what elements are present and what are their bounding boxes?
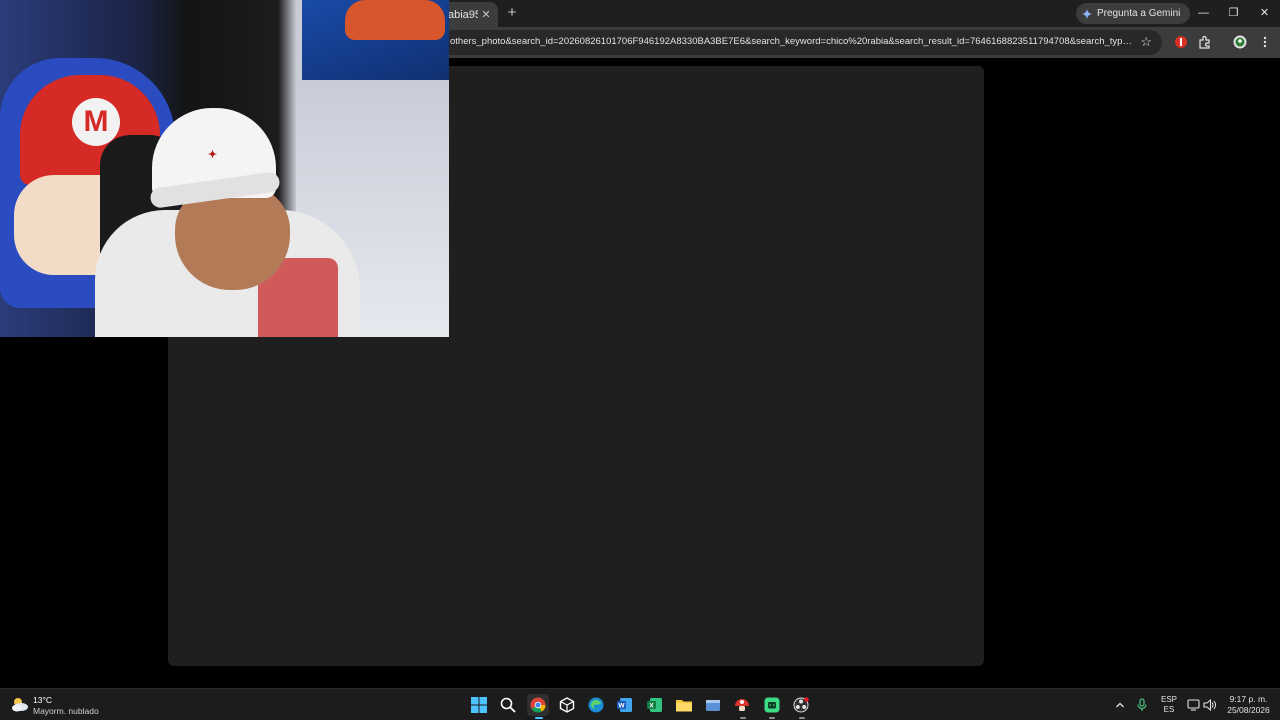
extension-red-icon[interactable]	[1174, 35, 1188, 49]
address-bar[interactable]: others_photo&search_id=20260826101706F94…	[420, 30, 1162, 55]
word-icon: W	[617, 698, 632, 712]
window-icon	[706, 700, 720, 711]
excel-icon: X	[647, 698, 662, 712]
file-explorer-button[interactable]	[673, 694, 695, 716]
clock-time: 9:17 p. m.	[1229, 694, 1268, 704]
android-app-button[interactable]	[761, 694, 783, 716]
cloudy-weather-icon[interactable]	[10, 695, 30, 713]
search-icon	[500, 697, 516, 713]
new-tab-button[interactable]: +	[503, 4, 521, 22]
cube-icon	[559, 697, 575, 713]
app-window-button[interactable]	[702, 694, 724, 716]
android-app-indicator	[769, 717, 775, 719]
extensions-puzzle-icon[interactable]	[1198, 35, 1212, 49]
obs-icon	[793, 697, 809, 713]
obs-indicator	[799, 717, 805, 719]
system-clock[interactable]: 9:17 p. m. 25/08/2026	[1221, 694, 1276, 716]
game-app-indicator	[740, 717, 746, 719]
mushroom-icon	[735, 699, 749, 711]
profile-avatar-icon[interactable]	[1233, 35, 1247, 49]
gemini-sparkle-icon	[1082, 8, 1092, 19]
folder-icon	[676, 700, 692, 712]
chrome-icon	[530, 697, 546, 713]
volume-icon[interactable]	[1203, 699, 1216, 711]
weather-temperature[interactable]: 13°C	[33, 695, 52, 705]
screen: abia95) ✕ + Pregunta a Gemini — ❐ ✕ othe…	[0, 0, 1280, 720]
tab-close-icon[interactable]: ✕	[478, 8, 494, 21]
clock-date: 25/08/2026	[1227, 705, 1270, 715]
close-window-button[interactable]: ✕	[1249, 0, 1280, 27]
svg-text:X: X	[649, 703, 654, 710]
more-menu-icon[interactable]	[1258, 35, 1272, 49]
webcam-poster-car	[345, 0, 445, 40]
chrome-taskbar-button[interactable]	[527, 694, 549, 716]
vpn-app-button[interactable]	[556, 694, 578, 716]
url-text[interactable]: others_photo&search_id=20260826101706F94…	[450, 36, 1135, 47]
svg-text:W: W	[618, 703, 625, 710]
ask-gemini-button[interactable]: Pregunta a Gemini	[1076, 3, 1191, 24]
chrome-active-indicator	[535, 717, 543, 719]
excel-button[interactable]: X	[644, 694, 666, 716]
minimize-button[interactable]: —	[1188, 0, 1219, 27]
chevron-up-icon[interactable]	[1115, 700, 1125, 710]
obs-button[interactable]	[790, 694, 812, 716]
android-icon	[764, 697, 780, 713]
webcam-overlay: M ✦	[0, 0, 449, 337]
weather-description[interactable]: Mayorm. nublado	[33, 706, 99, 716]
network-icon[interactable]	[1187, 699, 1200, 711]
restore-button[interactable]: ❐	[1218, 0, 1249, 27]
language-indicator[interactable]: ESP ES	[1160, 695, 1178, 715]
windows-icon	[471, 697, 487, 713]
word-button[interactable]: W	[614, 694, 636, 716]
tab-title: abia95)	[448, 8, 478, 21]
edge-icon	[588, 697, 604, 713]
edge-button[interactable]	[585, 694, 607, 716]
gemini-label: Pregunta a Gemini	[1097, 8, 1181, 19]
game-app-button[interactable]	[731, 694, 753, 716]
bookmark-star-icon[interactable]: ☆	[1140, 34, 1152, 50]
keyboard-layout: ES	[1163, 705, 1175, 714]
language-code: ESP	[1160, 695, 1177, 704]
start-button[interactable]	[468, 694, 490, 716]
search-button[interactable]	[497, 694, 519, 716]
webcam-cap-logo: ✦	[207, 149, 218, 161]
taskbar: 13°C Mayorm. nublado W X ESP ES 9:17 p. …	[0, 688, 1280, 720]
microphone-icon[interactable]	[1136, 698, 1148, 712]
